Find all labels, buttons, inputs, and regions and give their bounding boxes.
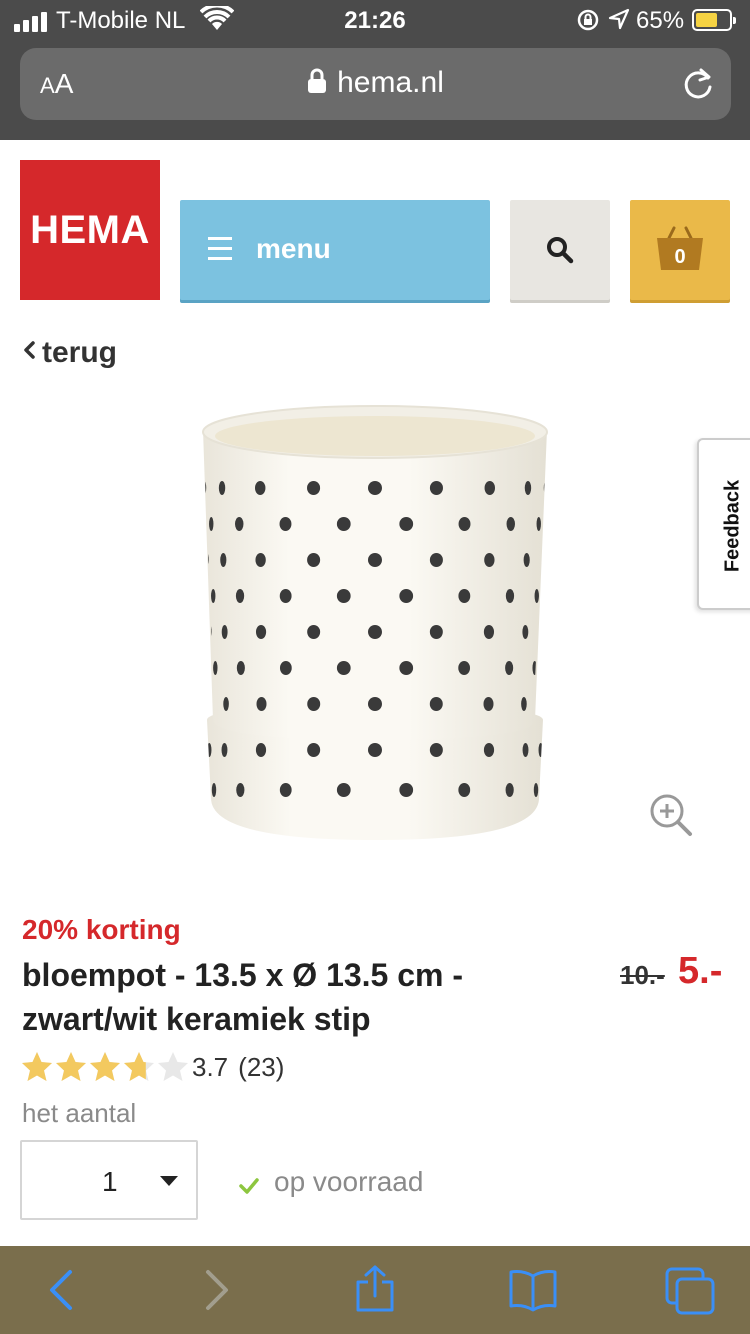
old-price: 10.- <box>620 960 665 990</box>
status-bar: T-Mobile NL 21:26 65% <box>0 0 750 40</box>
url-display[interactable]: hema.nl <box>20 66 731 100</box>
padlock-icon <box>308 68 327 93</box>
star-icon <box>22 1052 52 1081</box>
chevron-down-icon <box>160 1176 178 1186</box>
chevron-left-icon <box>24 341 35 359</box>
hema-logo[interactable]: HEMA <box>20 160 160 300</box>
logo-text: HEMA <box>30 207 150 252</box>
star-icon <box>90 1052 120 1081</box>
menu-button[interactable]: menu <box>180 200 490 300</box>
reload-icon[interactable] <box>681 66 715 102</box>
cart-count: 0 <box>674 246 686 268</box>
quantity-select[interactable]: 1 <box>20 1140 198 1220</box>
battery-icon <box>692 9 736 31</box>
hamburger-icon <box>208 237 232 267</box>
feedback-tab[interactable]: Feedback <box>697 438 750 610</box>
battery-percentage: 65% <box>636 7 685 34</box>
back-label: terug <box>42 336 117 369</box>
orientation-lock-icon <box>577 9 599 31</box>
search-button[interactable] <box>510 200 610 300</box>
forward-arrow-icon[interactable] <box>202 1268 232 1312</box>
share-icon[interactable] <box>354 1264 396 1314</box>
product-image[interactable] <box>195 400 555 850</box>
product-rating[interactable]: 3.7 (23) <box>20 1048 284 1086</box>
discount-label: 20% korting <box>22 914 181 945</box>
rating-value: 3.7 <box>192 1051 229 1082</box>
product-title: bloempot - 13.5 x Ø 13.5 cm - zwart/wit … <box>22 957 464 1037</box>
battery-level <box>696 13 717 27</box>
quantity-label: het aantal <box>22 1098 137 1128</box>
star-icon <box>158 1052 188 1081</box>
stock-status-text: op voorraad <box>274 1166 424 1197</box>
search-icon <box>547 237 574 264</box>
rating-stars <box>20 1050 190 1084</box>
domain-text: hema.nl <box>337 66 444 99</box>
quantity-value: 1 <box>102 1166 118 1197</box>
menu-label: menu <box>256 233 331 264</box>
check-icon <box>239 1178 259 1194</box>
sale-price: 5.- <box>678 950 723 992</box>
location-arrow-icon <box>608 8 630 30</box>
feedback-label: Feedback <box>721 479 744 573</box>
back-arrow-icon[interactable] <box>46 1268 76 1312</box>
review-count[interactable]: (23) <box>238 1052 284 1083</box>
cart-button[interactable]: 0 <box>630 200 730 300</box>
stock-status: op voorraad <box>238 1166 423 1198</box>
browser-toolbar <box>0 1246 750 1334</box>
address-bar[interactable]: AA hema.nl <box>20 48 731 120</box>
bookmarks-icon[interactable] <box>508 1268 558 1312</box>
tabs-icon[interactable] <box>664 1266 716 1316</box>
star-icon <box>124 1052 154 1081</box>
zoom-in-icon[interactable] <box>648 792 694 838</box>
star-icon <box>56 1052 86 1081</box>
browser-chrome-top: T-Mobile NL 21:26 65% AA hema.nl <box>0 0 750 140</box>
back-link[interactable]: terug <box>22 336 117 370</box>
